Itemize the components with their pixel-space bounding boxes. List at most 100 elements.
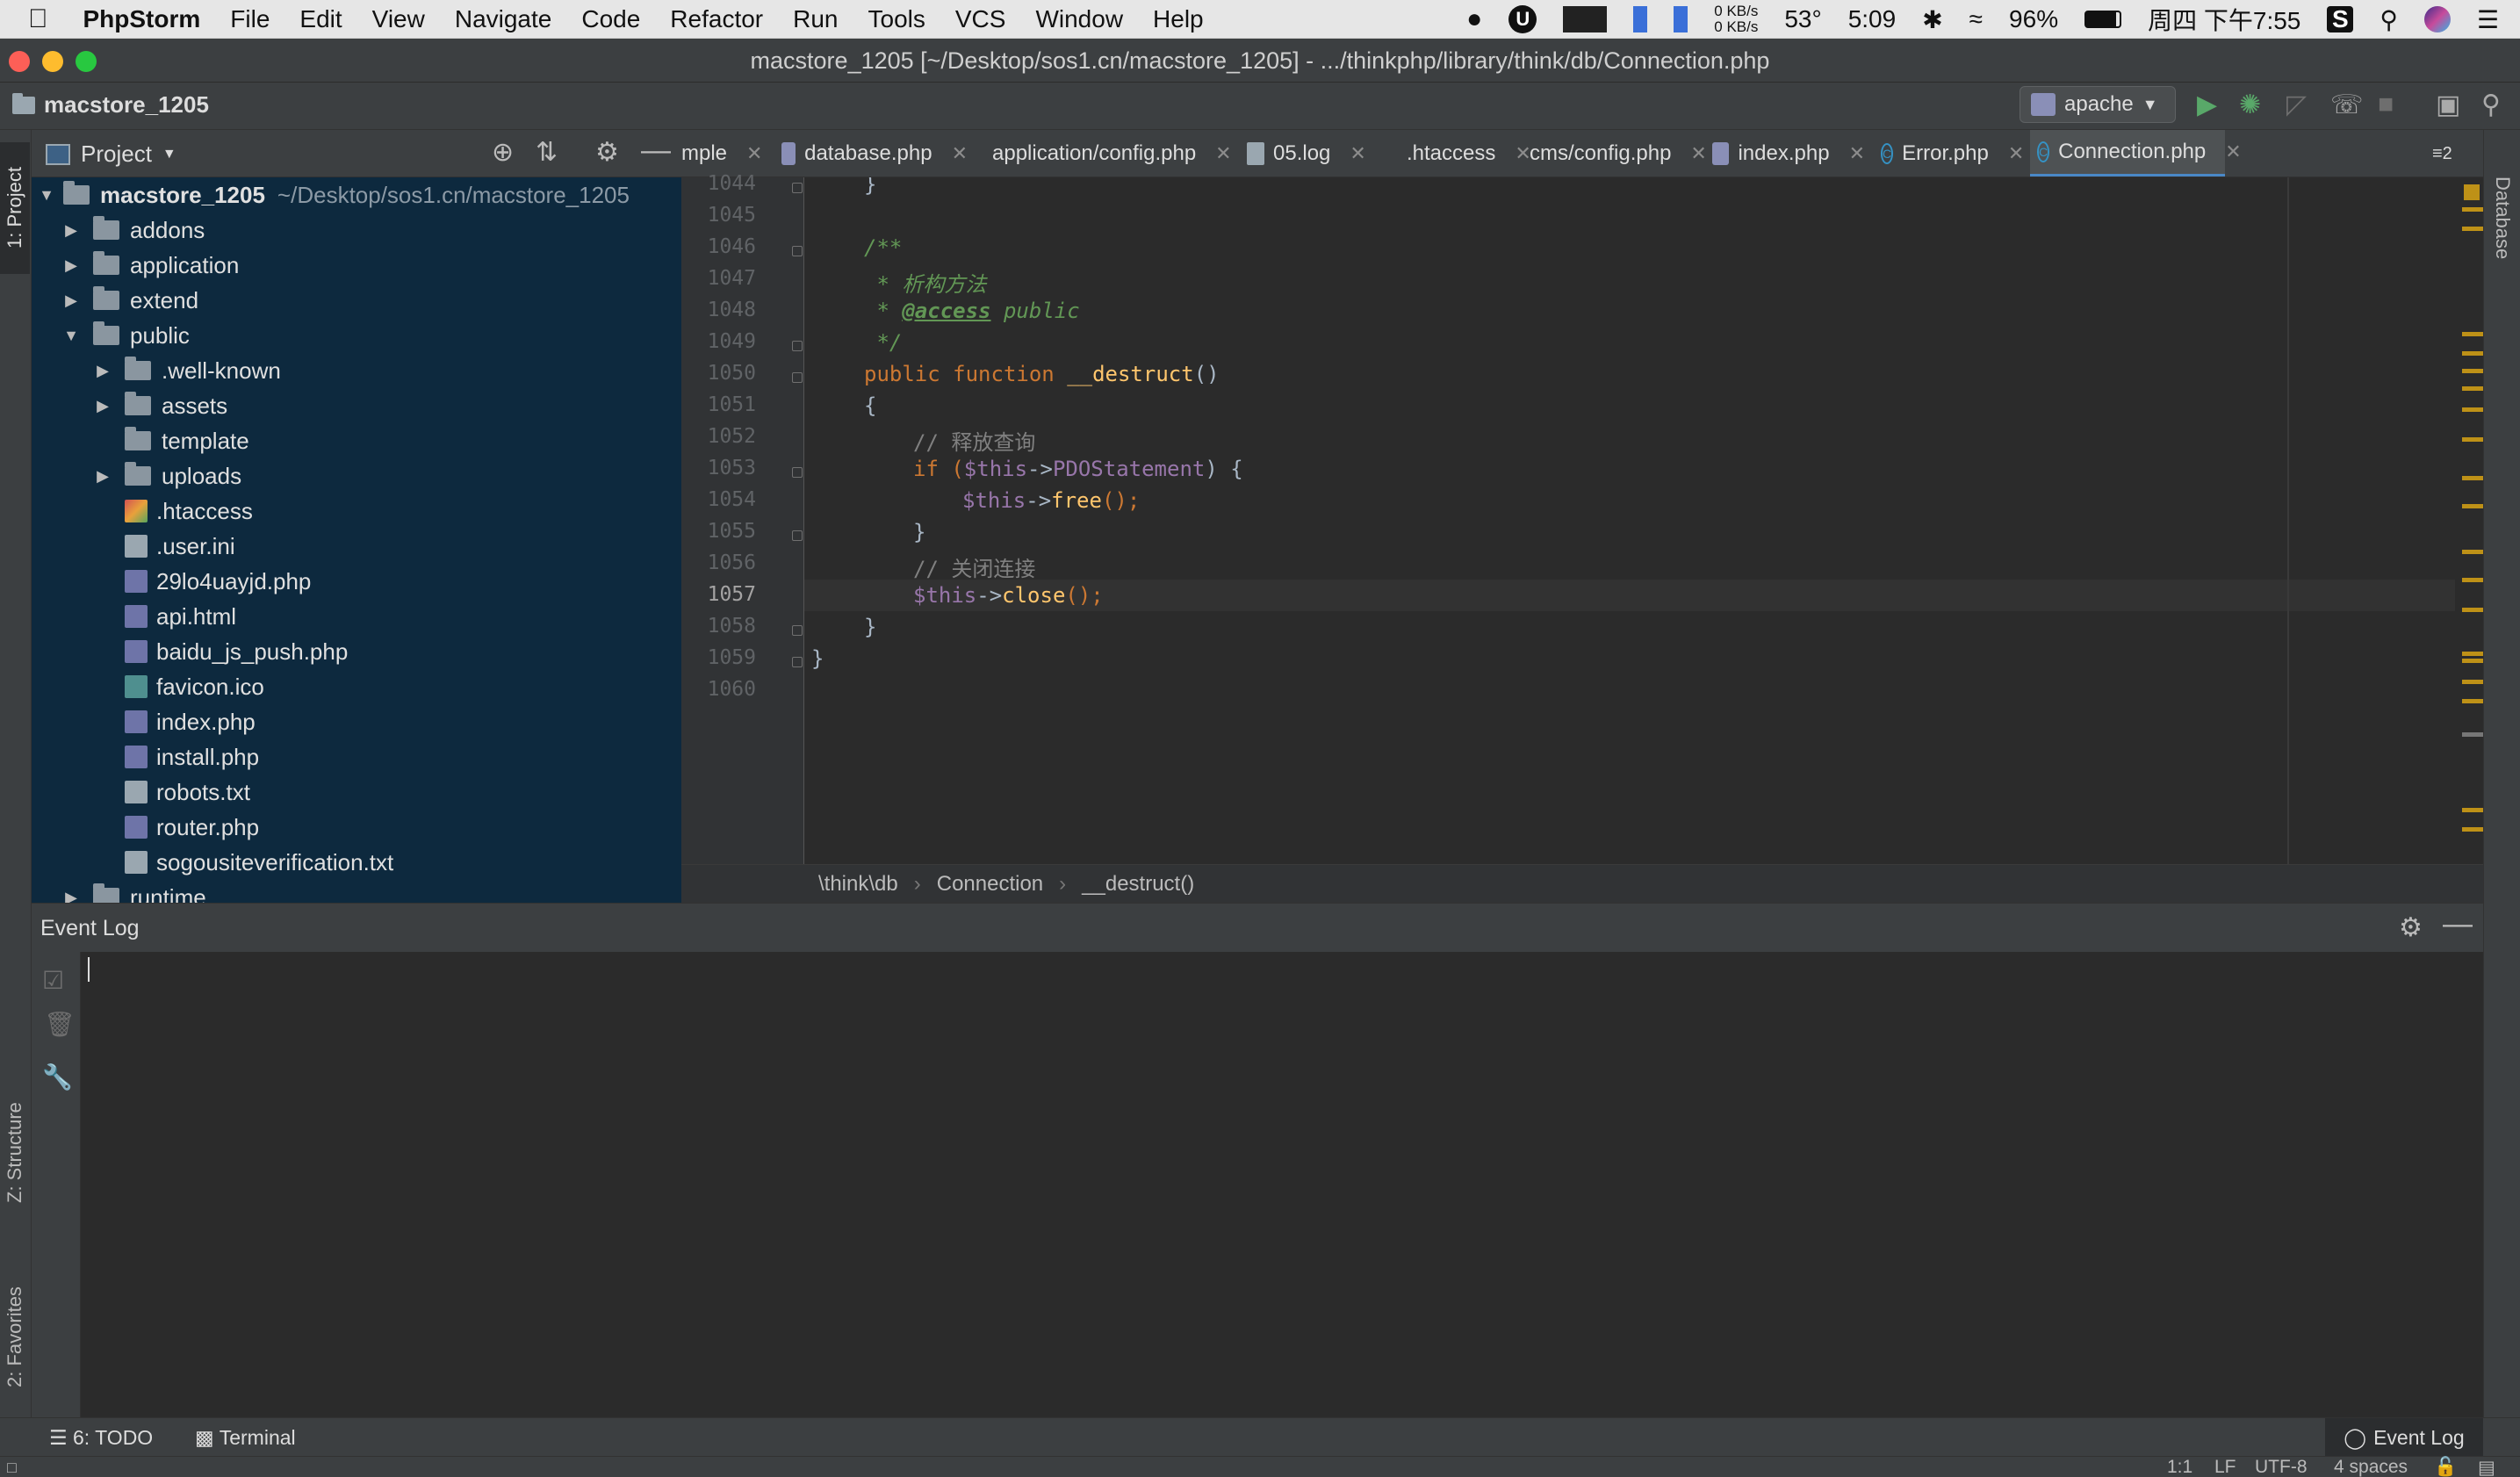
tree-folder[interactable]: ▶ extend: [61, 283, 198, 318]
caret-position[interactable]: 1:1: [2167, 1457, 2192, 1477]
bluetooth-icon[interactable]: ✱: [1922, 5, 1942, 34]
listen-debug-icon[interactable]: ☏: [2330, 90, 2364, 120]
mark-all-read-icon[interactable]: ☑: [42, 966, 64, 995]
memory-indicator-icon[interactable]: ▤: [2478, 1457, 2495, 1477]
tree-file[interactable]: router.php: [93, 810, 259, 845]
stripe-mark[interactable]: [2462, 369, 2483, 373]
tree-folder[interactable]: ▶ uploads: [93, 458, 241, 494]
stripe-mark[interactable]: [2462, 808, 2483, 812]
wifi-icon[interactable]: ≈: [1969, 5, 1983, 33]
stripe-mark[interactable]: [2462, 827, 2483, 832]
stripe-mark[interactable]: [2462, 227, 2483, 231]
gear-icon[interactable]: ⚙: [595, 137, 619, 168]
siri-icon[interactable]: [2423, 6, 2451, 32]
debug-icon[interactable]: ✺: [2239, 90, 2261, 120]
indent-setting[interactable]: 4 spaces: [2334, 1457, 2408, 1477]
tree-folder[interactable]: ▶ runtime: [61, 880, 206, 903]
tree-file[interactable]: baidu_js_push.php: [93, 634, 348, 669]
breadcrumb-namespace[interactable]: \think\db: [818, 872, 898, 897]
breadcrumb-class[interactable]: Connection: [937, 872, 1043, 897]
menu-app-name[interactable]: PhpStorm: [83, 5, 201, 33]
tree-file[interactable]: 29lo4uayjd.php: [93, 564, 311, 599]
spotlight-search-icon[interactable]: ⚲: [2380, 5, 2398, 34]
menu-run[interactable]: Run: [793, 5, 838, 33]
menu-help[interactable]: Help: [1153, 5, 1204, 33]
tabs-overflow-button[interactable]: ≡2: [2432, 130, 2452, 177]
editor-tab[interactable]: .htaccess ✕: [1391, 130, 1531, 177]
line-separator[interactable]: LF: [2214, 1457, 2236, 1477]
fold-marker-icon[interactable]: [792, 246, 803, 256]
stripe-mark[interactable]: [2462, 437, 2483, 442]
stripe-mark[interactable]: [2462, 608, 2483, 612]
event-log-content[interactable]: [81, 952, 2483, 1417]
tree-folder[interactable]: template: [93, 423, 249, 458]
error-stripe[interactable]: [2455, 177, 2483, 864]
stripe-mark[interactable]: [2462, 699, 2483, 703]
menu-view[interactable]: View: [372, 5, 425, 33]
tree-file[interactable]: robots.txt: [93, 775, 250, 810]
notification-center-icon[interactable]: ☰: [2477, 5, 2499, 34]
editor-tab[interactable]: mple ✕: [681, 130, 766, 177]
tool-tab-todo[interactable]: ☰ 6: TODO: [49, 1426, 153, 1450]
collapse-arrow-icon[interactable]: ▼: [61, 327, 81, 345]
locate-file-icon[interactable]: ⊕: [492, 137, 514, 168]
stripe-mark[interactable]: [2462, 351, 2483, 356]
trash-icon[interactable]: 🗑: [44, 1010, 76, 1039]
temperature[interactable]: 53°: [1784, 5, 1821, 33]
expand-arrow-icon[interactable]: ▼: [37, 186, 56, 205]
stripe-mark[interactable]: [2462, 332, 2483, 336]
tool-tab-project[interactable]: 1: Project: [0, 142, 30, 274]
tree-folder[interactable]: ▶ .well-known: [93, 353, 281, 388]
tool-tab-favorites[interactable]: 2: Favorites: [0, 1263, 30, 1412]
mem-monitor-icon[interactable]: [1633, 6, 1648, 32]
hide-panel-icon[interactable]: —: [2443, 907, 2473, 941]
expand-arrow-icon[interactable]: ▶: [93, 362, 112, 380]
menu-code[interactable]: Code: [581, 5, 640, 33]
stripe-mark[interactable]: [2462, 652, 2483, 656]
tree-file[interactable]: .htaccess: [93, 494, 253, 529]
tree-file[interactable]: index.php: [93, 704, 256, 739]
clock[interactable]: 周四 下午7:55: [2148, 2, 2300, 37]
editor-tab[interactable]: C Error.php ✕: [1874, 130, 2024, 177]
menu-tools[interactable]: Tools: [868, 5, 925, 33]
expand-arrow-icon[interactable]: ▶: [61, 292, 81, 310]
battery-percent[interactable]: 96%: [2009, 5, 2058, 33]
fold-marker-icon[interactable]: [792, 657, 803, 667]
u-icon[interactable]: U: [1508, 5, 1537, 33]
cpu-monitor-icon[interactable]: [1563, 6, 1608, 32]
stripe-mark[interactable]: [2462, 476, 2483, 480]
menu-refactor[interactable]: Refactor: [670, 5, 763, 33]
expand-arrow-icon[interactable]: ▶: [93, 397, 112, 415]
tree-folder[interactable]: ▼ public: [61, 318, 190, 353]
fold-marker-icon[interactable]: [792, 625, 803, 636]
tool-tab-structure[interactable]: Z: Structure: [0, 1078, 30, 1228]
file-encoding[interactable]: UTF-8: [2255, 1457, 2308, 1477]
close-icon[interactable]: ✕: [2008, 142, 2024, 165]
editor-tab[interactable]: 05.log ✕: [1240, 130, 1382, 177]
breadcrumb-method[interactable]: __destruct(): [1082, 872, 1194, 897]
wechat-icon[interactable]: ●: [1466, 4, 1482, 34]
tool-tab-database[interactable]: Database: [2488, 148, 2517, 288]
editor-tab[interactable]: cms/config.php ✕: [1514, 130, 1707, 177]
expand-arrow-icon[interactable]: ▶: [93, 467, 112, 486]
stop-icon[interactable]: ■: [2378, 90, 2394, 119]
tree-file[interactable]: .user.ini: [93, 529, 235, 564]
toggle-presentation-icon[interactable]: ▣: [2436, 90, 2460, 120]
fold-marker-icon[interactable]: [792, 183, 803, 193]
editor-tab[interactable]: application/config.php ✕: [976, 130, 1232, 177]
toggle-toolwindows-icon[interactable]: □: [7, 1459, 17, 1477]
fold-marker-icon[interactable]: [792, 467, 803, 478]
close-icon[interactable]: ✕: [1215, 142, 1231, 165]
inspection-status-icon[interactable]: [2464, 184, 2480, 200]
tree-root[interactable]: ▼ macstore_1205 ~/Desktop/sos1.cn/macstore…: [37, 177, 630, 213]
stripe-mark[interactable]: [2462, 386, 2483, 391]
expand-arrow-icon[interactable]: ▶: [61, 256, 81, 275]
close-icon[interactable]: ✕: [746, 142, 762, 165]
editor-tab[interactable]: database.php ✕: [774, 130, 968, 177]
wrench-icon[interactable]: 🔧: [42, 1063, 73, 1092]
close-icon[interactable]: ✕: [1849, 142, 1865, 165]
stripe-mark[interactable]: [2462, 680, 2483, 684]
apple-icon[interactable]: : [28, 4, 48, 34]
editor-tab[interactable]: C Connection.php ✕: [2030, 130, 2242, 177]
tree-file[interactable]: favicon.ico: [93, 669, 264, 704]
